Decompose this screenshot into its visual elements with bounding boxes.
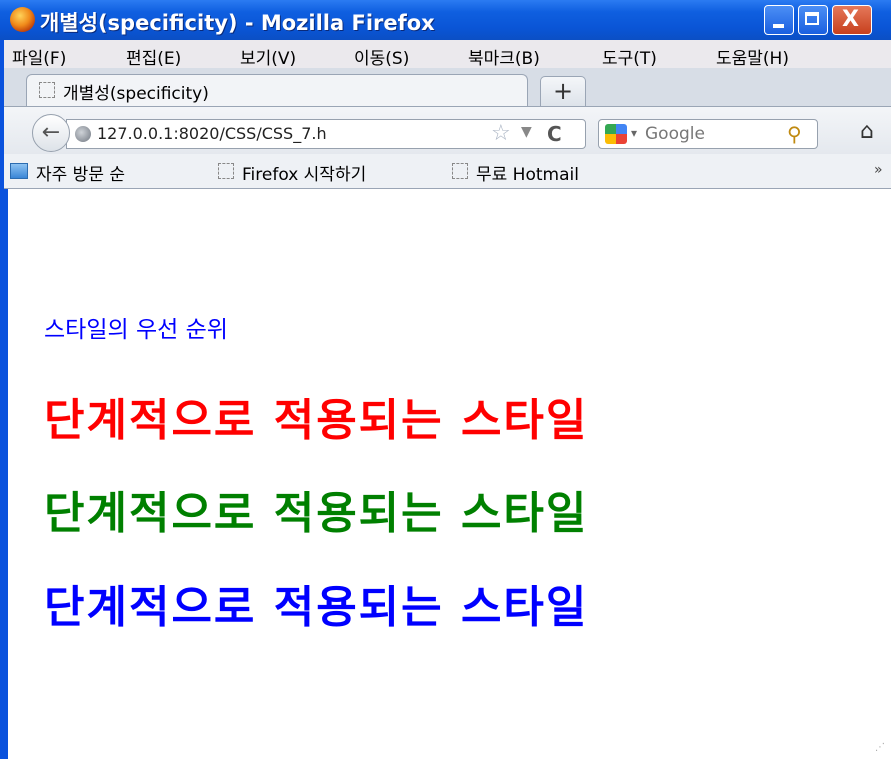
page-heading: 스타일의 우선 순위 bbox=[44, 317, 228, 343]
close-icon: X bbox=[842, 7, 859, 32]
url-text[interactable]: 127.0.0.1:8020/CSS/CSS_7.h bbox=[97, 124, 497, 143]
home-icon[interactable]: ⌂ bbox=[860, 119, 874, 144]
window-title: 개별성(specificity) - Mozilla Firefox bbox=[40, 11, 435, 35]
resize-grip-icon[interactable]: ⋰ bbox=[875, 742, 885, 753]
bookmark-folder-icon bbox=[10, 163, 28, 179]
google-icon[interactable] bbox=[605, 124, 627, 144]
menu-file[interactable]: 파일(F) bbox=[12, 44, 66, 69]
tab-specificity[interactable]: 개별성(specificity) bbox=[26, 74, 528, 106]
reload-icon[interactable]: C bbox=[547, 122, 562, 146]
menu-tools[interactable]: 도구(T) bbox=[602, 44, 657, 69]
search-placeholder[interactable]: Google bbox=[645, 124, 705, 144]
page-icon bbox=[39, 82, 55, 98]
styled-line-green: 단계적으로 적용되는 스타일 bbox=[44, 488, 589, 539]
back-arrow-icon: ← bbox=[41, 120, 61, 145]
tab-title: 개별성(specificity) bbox=[63, 84, 209, 104]
styled-line-blue: 단계적으로 적용되는 스타일 bbox=[44, 582, 589, 633]
bookmarks-toolbar: 자주 방문 순 Firefox 시작하기 무료 Hotmail » bbox=[4, 154, 891, 189]
back-button[interactable]: ← bbox=[32, 114, 70, 152]
navigation-toolbar: 127.0.0.1:8020/CSS/CSS_7.h ☆ ▼ C ← ▾ Goo… bbox=[4, 106, 891, 155]
browser-window: 개별성(specificity) - Mozilla Firefox X 파일(… bbox=[0, 0, 891, 759]
bookmark-most-visited[interactable]: 자주 방문 순 bbox=[36, 160, 125, 185]
tab-strip: 개별성(specificity) + bbox=[4, 68, 891, 106]
menu-edit[interactable]: 편집(E) bbox=[126, 44, 181, 69]
globe-icon bbox=[75, 126, 91, 142]
page-content: 스타일의 우선 순위 단계적으로 적용되는 스타일 단계적으로 적용되는 스타일… bbox=[4, 189, 891, 759]
bookmark-star-icon[interactable]: ☆ bbox=[491, 121, 511, 146]
search-engine-dropdown-icon[interactable]: ▾ bbox=[631, 126, 637, 140]
menu-go[interactable]: 이동(S) bbox=[354, 44, 409, 69]
minimize-button[interactable] bbox=[764, 5, 794, 35]
title-bar[interactable]: 개별성(specificity) - Mozilla Firefox X bbox=[0, 0, 891, 40]
maximize-button[interactable] bbox=[798, 5, 828, 35]
new-tab-button[interactable]: + bbox=[540, 76, 586, 106]
close-button[interactable]: X bbox=[832, 5, 872, 35]
menu-view[interactable]: 보기(V) bbox=[240, 44, 296, 69]
search-box[interactable]: ▾ Google ⚲ bbox=[598, 119, 818, 149]
menu-bookmarks[interactable]: 북마크(B) bbox=[468, 44, 540, 69]
more-bookmarks-icon[interactable]: » bbox=[874, 162, 883, 178]
url-dropdown-icon[interactable]: ▼ bbox=[521, 124, 532, 140]
search-icon[interactable]: ⚲ bbox=[787, 122, 802, 146]
bookmark-getting-started[interactable]: Firefox 시작하기 bbox=[242, 160, 366, 185]
styled-line-red: 단계적으로 적용되는 스타일 bbox=[44, 395, 589, 446]
menu-help[interactable]: 도움말(H) bbox=[716, 44, 789, 69]
url-bar[interactable]: 127.0.0.1:8020/CSS/CSS_7.h ☆ ▼ C bbox=[66, 119, 586, 149]
firefox-icon bbox=[10, 7, 35, 32]
bookmark-hotmail[interactable]: 무료 Hotmail bbox=[476, 160, 579, 185]
menu-bar: 파일(F) 편집(E) 보기(V) 이동(S) 북마크(B) 도구(T) 도움말… bbox=[0, 40, 891, 69]
bookmark-page-icon bbox=[218, 163, 234, 179]
bookmark-page-icon bbox=[452, 163, 468, 179]
